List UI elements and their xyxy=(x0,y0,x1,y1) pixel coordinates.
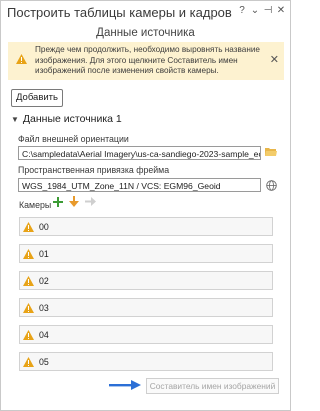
camera-name: 05 xyxy=(39,357,49,367)
warning-icon xyxy=(16,54,27,64)
camera-item[interactable]: 02 xyxy=(19,271,273,290)
camera-name: 01 xyxy=(39,249,49,259)
pin-icon[interactable]: ⊣ xyxy=(263,4,273,18)
globe-icon[interactable] xyxy=(266,180,277,191)
image-name-builder-button[interactable]: Составитель имен изображений xyxy=(146,378,279,394)
camera-toolbar xyxy=(53,196,96,207)
banner-close-icon[interactable]: ✕ xyxy=(270,53,279,66)
add-camera-icon[interactable] xyxy=(53,196,63,207)
camera-item[interactable]: 05 xyxy=(19,352,273,371)
options-dropdown-icon[interactable]: ⌄ xyxy=(250,4,260,18)
spatial-reference-input[interactable]: WGS_1984_UTM_Zone_11N / VCS: EGM96_Geoid xyxy=(18,178,261,192)
warning-icon xyxy=(23,357,34,367)
camera-name: 02 xyxy=(39,276,49,286)
spatial-reference-label: Пространственная привязка фрейма xyxy=(18,165,170,175)
camera-item[interactable]: 00 xyxy=(19,217,273,236)
title-bar: Построить таблицы камеры и кадров ? ⌄ ⊣ … xyxy=(1,1,290,25)
move-down-icon[interactable] xyxy=(69,196,79,207)
pane-title: Построить таблицы камеры и кадров xyxy=(7,5,232,20)
close-icon[interactable]: ✕ xyxy=(276,4,286,18)
camera-item[interactable]: 03 xyxy=(19,298,273,317)
warning-icon xyxy=(23,249,34,259)
camera-item[interactable]: 04 xyxy=(19,325,273,344)
warning-text: Прежде чем продолжить, необходимо выровн… xyxy=(35,45,260,75)
camera-name: 00 xyxy=(39,222,49,232)
warning-banner: Прежде чем продолжить, необходимо выровн… xyxy=(8,42,284,80)
folder-icon[interactable] xyxy=(265,147,277,157)
orientation-file-label: Файл внешней ориентации xyxy=(18,134,129,144)
section-title: Данные источника 1 xyxy=(22,113,122,125)
page-subtitle: Данные источника xyxy=(96,27,195,39)
camera-name: 03 xyxy=(39,303,49,313)
forward-arrow-icon xyxy=(85,197,96,206)
warning-icon xyxy=(23,222,34,232)
orientation-file-input[interactable]: C:\sampledata\Aerial Imagery\us-ca-sandi… xyxy=(18,146,261,160)
tool-pane: Построить таблицы камеры и кадров ? ⌄ ⊣ … xyxy=(0,0,291,411)
warning-icon xyxy=(23,303,34,313)
add-button[interactable]: Добавить xyxy=(11,89,63,107)
camera-name: 04 xyxy=(39,330,49,340)
warning-icon xyxy=(23,330,34,340)
cameras-label: Камеры xyxy=(19,200,52,210)
chevron-down-icon: ▼ xyxy=(11,115,19,124)
title-bar-controls: ? ⌄ ⊣ ✕ xyxy=(237,4,286,18)
camera-item[interactable]: 01 xyxy=(19,244,273,263)
warning-icon xyxy=(23,276,34,286)
arrow-right-icon xyxy=(109,380,141,390)
section-header[interactable]: ▼ Данные источника 1 xyxy=(11,113,122,125)
help-icon[interactable]: ? xyxy=(237,4,247,18)
